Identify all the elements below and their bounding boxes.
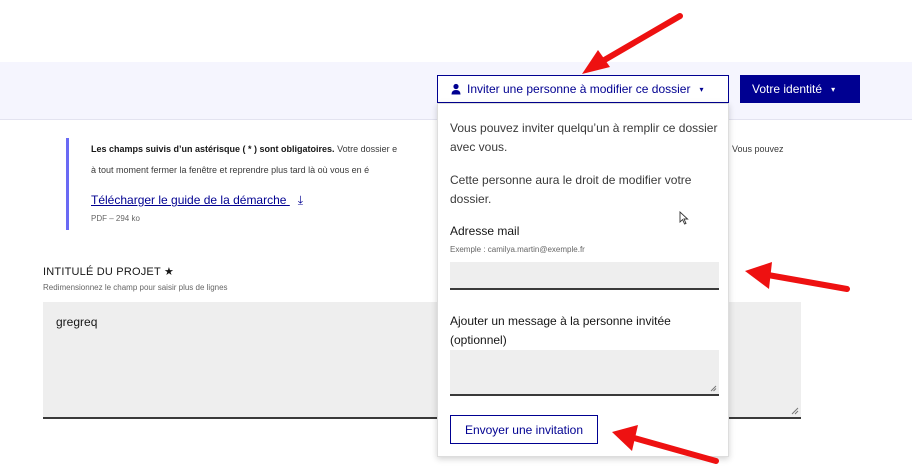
identity-menu-button[interactable]: Votre identité ▾ bbox=[740, 75, 860, 103]
send-invitation-label: Envoyer une invitation bbox=[464, 422, 584, 437]
annotation-arrow-email bbox=[745, 262, 850, 292]
notice-line2: à tout moment fermer la fenêtre et repre… bbox=[91, 165, 370, 175]
invite-rights-text: Cette personne aura le droit de modifier… bbox=[450, 173, 692, 206]
identity-button-label: Votre identité bbox=[752, 82, 823, 96]
invite-collaborator-button[interactable]: Inviter une personne à modifier ce dossi… bbox=[437, 75, 729, 103]
project-title-label: INTITULÉ DU PROJET ★ bbox=[43, 266, 175, 278]
notice-accent-bar bbox=[66, 138, 69, 230]
person-icon bbox=[451, 83, 461, 95]
project-title-hint: Redimensionnez le champ pour saisir plus… bbox=[43, 283, 228, 292]
invite-button-label: Inviter une personne à modifier ce dossi… bbox=[467, 82, 691, 96]
email-hint: Exemple : camilya.martin@exemple.fr bbox=[450, 245, 585, 254]
message-label: Ajouter un message à la personne invitée… bbox=[450, 314, 671, 347]
send-invitation-button[interactable]: Envoyer une invitation bbox=[450, 415, 598, 444]
download-icon: ⤓ bbox=[297, 193, 304, 207]
required-fields-notice: Les champs suivis d’un astérisque ( * ) … bbox=[91, 139, 436, 181]
project-title-value: gregreq bbox=[56, 315, 98, 329]
download-guide-link[interactable]: Télécharger le guide de la démarche ⤓ bbox=[91, 193, 303, 208]
chevron-down-icon: ▾ bbox=[699, 84, 704, 94]
guide-link-label: Télécharger le guide de la démarche bbox=[91, 193, 287, 207]
invite-dropdown-panel: Vous pouvez inviter quelqu’un à remplir … bbox=[437, 103, 729, 457]
resize-handle-icon[interactable] bbox=[791, 407, 799, 415]
resize-handle-icon[interactable] bbox=[710, 385, 717, 392]
invite-intro-text: Vous pouvez inviter quelqu’un à remplir … bbox=[450, 121, 718, 154]
notice-line1-rest: Votre dossier e bbox=[334, 144, 398, 154]
invite-message-textarea[interactable] bbox=[450, 350, 719, 396]
guide-file-meta: PDF – 294 ko bbox=[91, 214, 140, 223]
email-label: Adresse mail bbox=[450, 224, 520, 238]
mouse-cursor-icon bbox=[679, 211, 689, 225]
notice-right-fragment: Vous pouvez bbox=[732, 144, 784, 154]
chevron-down-icon: ▾ bbox=[831, 84, 836, 94]
email-field[interactable] bbox=[450, 262, 719, 290]
notice-bold-text: Les champs suivis d’un astérisque ( * ) … bbox=[91, 144, 335, 154]
